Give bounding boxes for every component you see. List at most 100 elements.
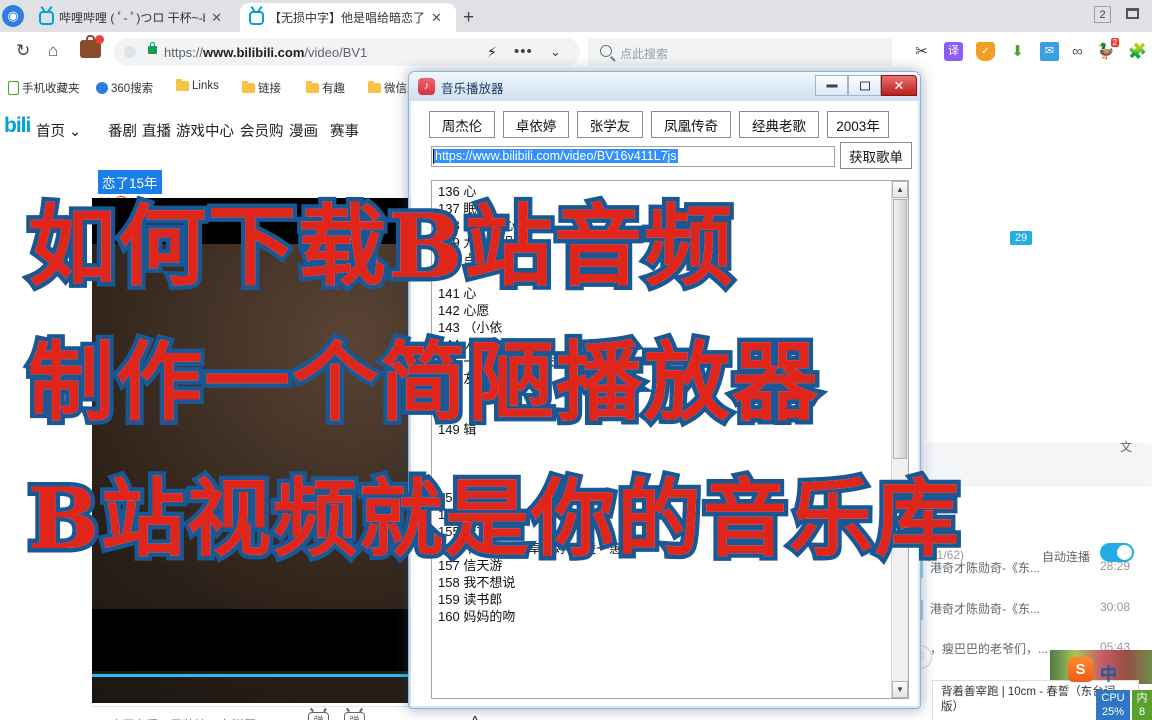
bookmark-links[interactable]: Links — [176, 78, 219, 92]
nav-game-center[interactable]: 游戏中心 — [176, 120, 234, 141]
bookmark-360-search[interactable]: 360搜索 — [96, 80, 153, 96]
link-icon[interactable]: ∞ — [1068, 42, 1087, 61]
translate-icon[interactable]: 译 — [944, 42, 963, 61]
scroll-up-icon[interactable]: ▲ — [892, 181, 908, 198]
dialog-titlebar[interactable]: ♪ 音乐播放器 ✕ — [409, 72, 920, 101]
danmaku-settings-icon[interactable]: 弹 — [344, 712, 365, 720]
video-title: 恋了15年 — [98, 170, 162, 194]
bookmark-lianjie[interactable]: 链接 — [242, 80, 281, 96]
playlist-row[interactable]: 139 九十九朵 — [438, 234, 515, 251]
browser-tab-2[interactable]: 【无损中字】他是唱给暗恋了 ✕ — [240, 3, 456, 32]
playlist-row[interactable]: 155 千言万语 — [438, 523, 515, 540]
mem-value: 8 — [1138, 706, 1146, 718]
url-input[interactable]: https://www.bilibili.com/video/BV16v411L… — [431, 146, 835, 167]
music-note-icon: ♪ — [418, 78, 435, 95]
browser-search-box[interactable]: 点此搜索 — [588, 38, 892, 66]
nav-bangumi[interactable]: 番剧 — [108, 120, 137, 141]
bilibili-favicon — [249, 10, 264, 25]
music-player-dialog[interactable]: ♪ 音乐播放器 ✕ 周杰伦 卓依婷 张学友 凤凰传奇 经典老歌 2003年 ht… — [408, 71, 921, 709]
new-tab-button[interactable]: + — [463, 8, 474, 27]
cpu-label: CPU — [1101, 692, 1125, 704]
font-style-icon[interactable]: A — [470, 714, 480, 720]
address-bar[interactable]: https://www.bilibili.com/video/BV1qJ4m1K… — [114, 38, 580, 66]
artist-tab-classic-oldies[interactable]: 经典老歌 — [739, 111, 819, 138]
sogou-ime-icon[interactable]: S — [1068, 657, 1093, 682]
artist-tab-timi-zhuo[interactable]: 卓依婷 — [503, 111, 569, 138]
playlist-row[interactable]: 160 妈妈的吻 — [438, 608, 515, 625]
danmaku-on-icon[interactable]: 弹 — [308, 712, 329, 720]
playlist-row[interactable]: 138 再会吧心上人 — [438, 217, 541, 234]
nav-vip-shop[interactable]: 会员购 — [240, 120, 284, 141]
artist-tab-year-2003[interactable]: 2003年 — [827, 111, 889, 138]
reload-icon[interactable]: ↻ — [16, 42, 30, 59]
nav-live[interactable]: 直播 — [142, 120, 171, 141]
nav-manga[interactable]: 漫画 — [289, 120, 318, 141]
lightning-icon[interactable]: ⚡ — [487, 44, 497, 61]
playlist-row[interactable]: 142 心愿 — [438, 302, 489, 319]
home-icon[interactable]: ⌂ — [48, 42, 58, 59]
search-placeholder: 点此搜索 — [620, 47, 669, 61]
maximize-button[interactable] — [848, 75, 881, 96]
duck-icon[interactable]: 🦆 2 — [1096, 38, 1119, 61]
browser-tab-2-title: 【无损中字】他是唱给暗恋了 — [269, 11, 426, 25]
browser-tab-2-close-icon[interactable]: ✕ — [431, 11, 442, 24]
playlist-row[interactable]: 156 千言万语（卓依婷 & 凌一惠） — [438, 540, 635, 557]
shield-icon[interactable]: ✓ — [976, 42, 995, 61]
search-icon — [600, 45, 612, 57]
minimize-button[interactable] — [815, 75, 848, 96]
playlist-row[interactable]: 159 读书郎 — [438, 591, 502, 608]
playlist-row[interactable]: 157 信天游 — [438, 557, 502, 574]
playlist-row[interactable]: 148 （ — [438, 387, 476, 404]
bookmark-label: 手机收藏夹 — [22, 83, 80, 95]
nav-events[interactable]: 赛事 — [330, 120, 359, 141]
nav-home[interactable]: 首页 ⌄ — [36, 120, 81, 141]
rail-video-item[interactable]: 港奇才陈勋奇-《东... 30:08 — [926, 596, 1152, 622]
playlist-listbox[interactable]: 136 心 137 眠 138 再会吧心上人 139 九十九朵 140 点 14… — [431, 180, 909, 699]
bilibili-logo[interactable]: bili — [4, 114, 31, 138]
notification-dot — [95, 35, 104, 44]
fetch-playlist-button[interactable]: 获取歌单 — [840, 142, 912, 169]
scrollbar-thumb[interactable] — [893, 199, 907, 459]
playlist-row[interactable]: 158 我不想说 — [438, 574, 515, 591]
rail-video-item[interactable]: 港奇才陈勋奇-《东... 28:29 — [926, 555, 1152, 581]
close-button[interactable]: ✕ — [881, 75, 917, 96]
playlist-row[interactable]: 141 心 — [438, 285, 476, 302]
memory-monitor[interactable]: 内 8 — [1132, 690, 1152, 720]
playlist-row[interactable]: 140 点 — [438, 251, 476, 268]
security-bag-icon[interactable] — [80, 35, 104, 58]
browser-tab-1[interactable]: 哔哩哔哩 ( ﾟ- ﾟ)つロ 干杯~-bi ✕ — [30, 3, 228, 32]
rail-video-title: 港奇才陈勋奇-《东... — [930, 602, 1040, 616]
address-chevron-down-icon[interactable]: ⌄ — [550, 44, 561, 60]
dialog-title: 音乐播放器 — [441, 82, 504, 96]
playlist-row[interactable]: 137 眠 — [438, 200, 476, 217]
playlist-row[interactable]: 146 一帘幽梦（卓依婷 & 凌一惠） — [438, 353, 635, 370]
folder-icon — [368, 80, 381, 93]
playlist-row[interactable]: 154 夜舞 — [438, 506, 489, 523]
bookmark-youqu[interactable]: 有趣 — [306, 80, 345, 96]
bookmark-phone-favorites[interactable]: 手机收藏夹 — [8, 80, 80, 96]
window-count-badge[interactable]: 2 — [1094, 6, 1111, 23]
browser-tab-1-close-icon[interactable]: ✕ — [211, 11, 222, 24]
playlist-row[interactable]: 147 友 — [438, 370, 476, 387]
mail-icon[interactable]: ✉ — [1040, 42, 1059, 61]
address-more-icon[interactable]: ••• — [514, 43, 533, 60]
dialog-body: 周杰伦 卓依婷 张学友 凤凰传奇 经典老歌 2003年 https://www.… — [411, 101, 918, 706]
playlist-row[interactable]: 153 离家的孩 — [438, 489, 515, 506]
scissors-icon[interactable]: ✂ — [912, 42, 931, 61]
playlist-row[interactable]: 149 辑 — [438, 421, 476, 438]
artist-tab-jacky-cheung[interactable]: 张学友 — [577, 111, 643, 138]
playlist-row[interactable]: 143 （小依 — [438, 319, 502, 336]
scroll-down-icon[interactable]: ▼ — [892, 681, 908, 698]
artist-tab-phoenix-legend[interactable]: 凤凰传奇 — [651, 111, 731, 138]
playlist-row[interactable]: 144 人这本书 — [438, 336, 515, 353]
page-info-icon[interactable] — [124, 46, 136, 58]
cpu-monitor[interactable]: CPU 25% — [1096, 690, 1130, 720]
address-bar-url: https://www.bilibili.com/video/BV1qJ4m1K… — [164, 45, 368, 60]
artist-tab-jay-chou[interactable]: 周杰伦 — [429, 111, 495, 138]
playlist-row[interactable]: 136 心 — [438, 183, 476, 200]
download-helper-icon[interactable]: ⬇ — [1008, 42, 1027, 61]
ime-mode-icon[interactable]: 中 — [1100, 660, 1117, 685]
playlist-scrollbar[interactable]: ▲ ▼ — [891, 181, 908, 698]
puzzle-icon[interactable]: 🧩 — [1128, 42, 1147, 61]
window-restore-icon[interactable] — [1126, 8, 1139, 19]
